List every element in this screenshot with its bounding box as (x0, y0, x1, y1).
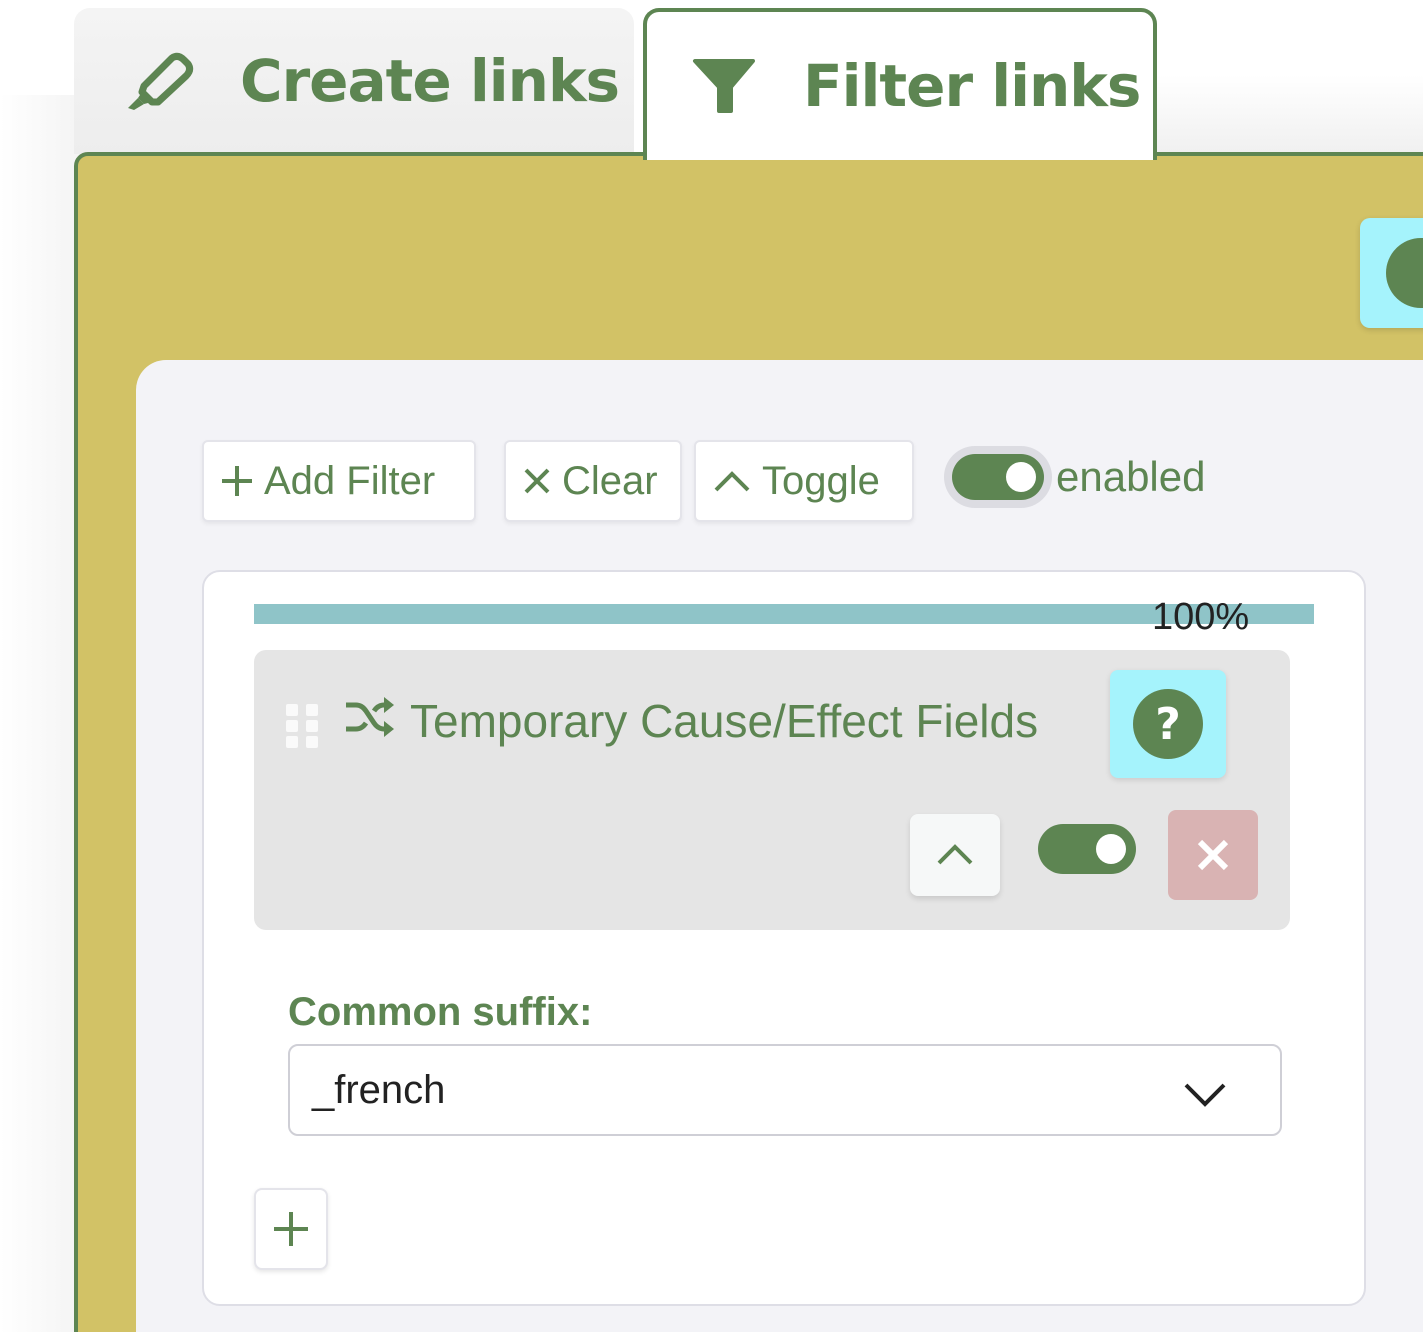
tab-label: Filter links (803, 52, 1141, 120)
enabled-label: enabled (1056, 453, 1206, 500)
add-filter-button[interactable]: Add Filter (202, 440, 476, 522)
enabled-toggle[interactable]: enabled (944, 446, 1205, 508)
switch-track (952, 454, 1044, 500)
plus-icon (220, 464, 254, 498)
chevron-up-icon (712, 468, 752, 494)
add-condition-button[interactable] (254, 1188, 328, 1270)
chevron-up-icon (937, 844, 973, 865)
close-icon (522, 466, 552, 496)
plus-icon (274, 1212, 308, 1246)
filter-panel: Add Filter Clear Toggle enabled 100% Tem… (74, 152, 1423, 1332)
filter-editor: Add Filter Clear Toggle enabled 100% Tem… (136, 360, 1423, 1332)
toggle-label: Toggle (762, 458, 880, 503)
filter-title: Temporary Cause/Effect Fields (410, 695, 1039, 747)
panel-help-button[interactable] (1360, 218, 1423, 328)
tab-filter-links[interactable]: Filter links (643, 8, 1157, 160)
drag-handle-icon[interactable] (286, 704, 320, 748)
close-icon (1197, 839, 1229, 871)
collapse-filter-button[interactable] (910, 814, 1000, 896)
chevron-down-icon (1182, 1074, 1228, 1119)
common-suffix-select[interactable]: _french (288, 1044, 1282, 1136)
filter-card: 100% Temporary Cause/Effect Fields ? Com… (202, 570, 1366, 1306)
highlighter-icon (122, 50, 194, 112)
enabled-switch[interactable] (944, 446, 1052, 508)
clear-button[interactable]: Clear (504, 440, 682, 522)
filter-enabled-switch[interactable] (1038, 824, 1136, 874)
add-filter-label: Add Filter (264, 458, 436, 503)
tab-strip-fill (1157, 75, 1423, 153)
clear-label: Clear (562, 458, 658, 503)
filter-header: Temporary Cause/Effect Fields (344, 694, 1038, 748)
filter-icon (691, 57, 757, 115)
page-shadow (0, 95, 80, 1332)
selected-value: _french (312, 1067, 446, 1112)
shuffle-icon (344, 694, 396, 748)
help-icon: ? (1133, 689, 1203, 759)
filter-item: Temporary Cause/Effect Fields ? (254, 650, 1290, 930)
common-suffix-label: Common suffix: (288, 990, 593, 1034)
tab-label: Create links (240, 47, 620, 115)
toggle-button[interactable]: Toggle (694, 440, 914, 522)
tab-create-links[interactable]: Create links (74, 8, 634, 154)
switch-knob (1006, 462, 1036, 492)
remove-filter-button[interactable] (1168, 810, 1258, 900)
switch-knob (1096, 834, 1126, 864)
progress-label: 100% (1152, 596, 1250, 638)
filter-help-button[interactable]: ? (1110, 670, 1226, 778)
help-icon (1386, 238, 1423, 308)
